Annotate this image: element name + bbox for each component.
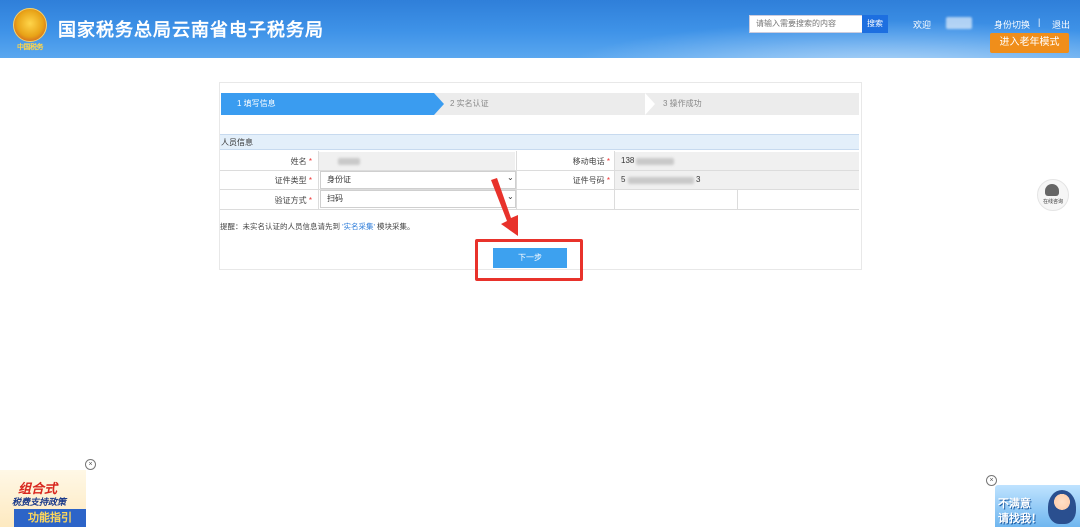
welcome-text: 欢迎 [913,20,932,30]
name-label: 姓名 * [290,157,312,166]
verify-method-label: 验证方式 * [274,196,312,205]
switch-identity-link[interactable]: 身份切换 [994,18,1030,31]
id-number-label: 证件号码 * [572,176,610,185]
tax-emblem-icon [13,8,47,42]
grid-line [220,189,859,190]
step-divider-arrow [645,93,655,115]
search-input[interactable] [749,15,867,33]
ad-left-line2: 税费支持政策 [12,498,67,508]
id-number-redacted [628,177,694,184]
ad-left-line3: 功能指引 [14,509,86,527]
mascot-icon [1048,490,1076,524]
header-separator: | [1038,17,1041,27]
mobile-value-prefix: 138 [621,156,635,165]
step-3-success: 3 操作成功 [663,99,702,108]
ad-right-line2: 请找我！ [998,512,1042,525]
logout-link[interactable]: 退出 [1052,18,1070,31]
section-title-personnel-info: 人员信息 [220,134,859,150]
headset-icon [1045,184,1059,196]
search-button[interactable]: 搜索 [862,15,888,33]
step-2-real-name: 2 实名认证 [450,99,489,108]
id-number-prefix: 5 [621,175,626,184]
step-1-arrow [434,93,444,115]
mobile-value-redacted [636,158,674,165]
real-name-hint: 提醒：未实名认证的人员信息请先到 '实名采集' 模块采集。 [220,222,415,231]
elder-mode-button[interactable]: 进入老年模式 [990,33,1069,53]
step-1-fill-info: 1 填写信息 [221,93,434,115]
grid-line [737,189,738,209]
emblem-caption: 中国税务 [17,44,44,51]
id-type-label: 证件类型 * [274,176,312,185]
close-icon[interactable]: × [85,459,96,470]
verify-method-value: 扫码 [327,194,343,203]
mobile-label: 移动电话 * [572,157,610,166]
annotation-arrow-icon [491,178,518,236]
real-name-collect-link[interactable]: '实名采集' [342,222,375,231]
highlight-box [475,239,583,281]
user-name-redacted [946,17,972,29]
online-service-label: 在线咨询 [1042,199,1063,205]
site-title: 国家税务总局云南省电子税务局 [58,20,324,40]
name-value-redacted [338,158,360,165]
id-number-suffix: 3 [696,175,701,184]
ad-right-line1: 不满意 [998,497,1031,510]
grid-line [220,209,859,210]
id-type-value: 身份证 [327,175,351,184]
close-icon[interactable]: × [986,475,997,486]
